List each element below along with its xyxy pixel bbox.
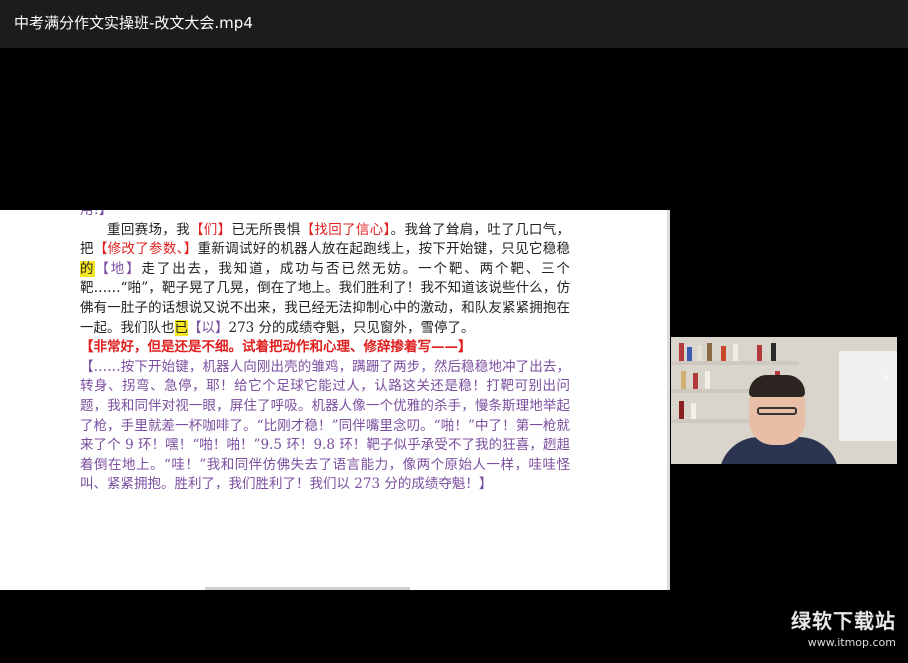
book	[679, 401, 684, 419]
story-segment: 【们】	[189, 221, 232, 238]
window-title-bar: 中考满分作文实操班-改文大会.mp4	[0, 0, 908, 48]
book	[705, 371, 710, 389]
horizontal-scrollbar[interactable]	[205, 587, 410, 590]
story-segment: 【地】	[95, 260, 142, 277]
video-title: 中考满分作文实操班-改文大会.mp4	[14, 14, 253, 32]
watermark-url: www.itmop.com	[807, 636, 896, 649]
book	[771, 343, 776, 361]
book	[707, 343, 712, 361]
whiteboard	[839, 351, 897, 441]
story-segment: 【修改了参数、】	[93, 241, 198, 258]
partial-line: 用!】	[80, 210, 570, 221]
story-segment: 重回赛场，我	[107, 221, 190, 238]
video-document-frame: 用!】 重回赛场，我【们】已无所畏惧【找回了信心】。我耸了耸肩，吐了几口气，把【…	[0, 210, 670, 590]
rewrite-paragraph: 【……按下开始键，机器人向刚出壳的雏鸡，蹒跚了两步，然后稳稳地冲了出去，转身、拐…	[80, 358, 570, 495]
book	[721, 346, 726, 361]
book	[681, 371, 686, 389]
story-segment: 273 分的成绩夺魁，只见窗外，雪停了。	[228, 319, 475, 336]
story-segment: 已	[174, 319, 188, 336]
site-watermark: 绿软下载站 www.itmop.com	[791, 605, 896, 649]
story-segment: 【找回了信心】	[300, 221, 391, 238]
story-segment: 的	[80, 260, 96, 277]
book	[687, 347, 692, 361]
book	[733, 344, 738, 361]
chevron-right-icon[interactable]: ›	[882, 367, 889, 388]
rewrite-text: 【……按下开始键，机器人向刚出壳的雏鸡，蹒跚了两步，然后稳稳地冲了出去，转身、拐…	[80, 358, 570, 493]
book	[693, 373, 698, 389]
story-segment: 重新调试好的机器人放在起跑线上，按下开始键，只见它稳稳	[197, 241, 571, 258]
document-content: 用!】 重回赛场，我【们】已无所畏惧【找回了信心】。我耸了耸肩，吐了几口气，把【…	[80, 210, 570, 495]
book	[757, 345, 762, 361]
teacher-comment-text: 【非常好，但是还是不细。试着把动作和心理、修辞掺着写——】	[80, 339, 472, 356]
teacher-comment: 【非常好，但是还是不细。试着把动作和心理、修辞掺着写——】	[80, 338, 570, 358]
watermark-name: 绿软下载站	[791, 609, 896, 633]
vertical-scrollbar[interactable]	[667, 210, 670, 590]
presenter-glasses	[757, 407, 797, 415]
partial-line-text: 用!】	[80, 210, 113, 218]
webcam-overlay: ›	[671, 337, 897, 464]
presenter-hair	[749, 375, 805, 397]
story-segment: 【以】	[188, 319, 229, 336]
book	[679, 343, 684, 361]
story-paragraph: 重回赛场，我【们】已无所畏惧【找回了信心】。我耸了耸肩，吐了几口气，把【修改了参…	[80, 221, 570, 339]
bookshelf-row	[671, 361, 799, 365]
book	[697, 345, 702, 361]
story-segment: 已无所畏惧	[231, 221, 301, 238]
book	[691, 403, 696, 419]
